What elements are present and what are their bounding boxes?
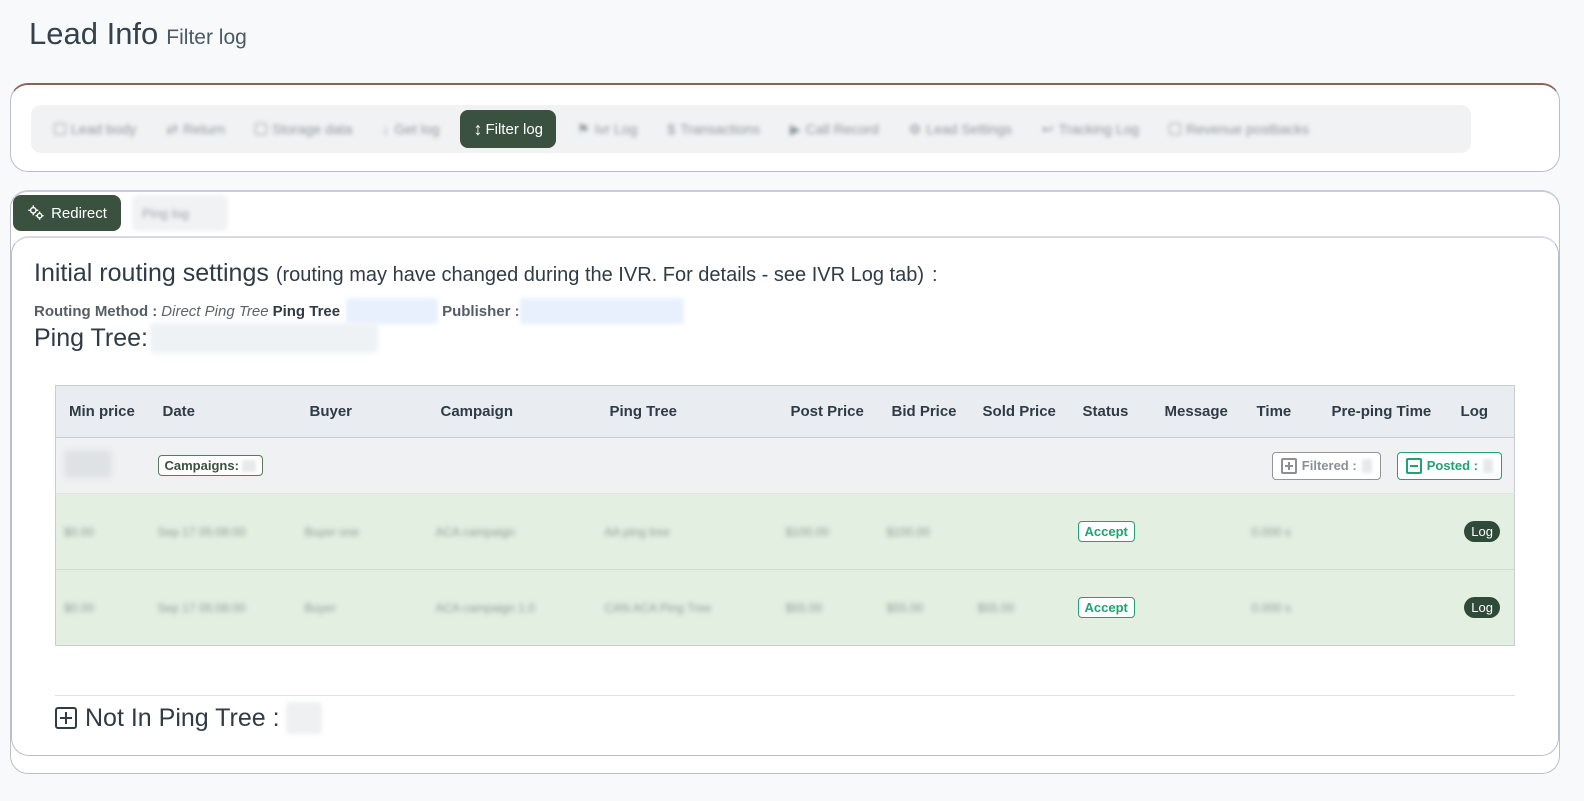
not-in-ping-tree-count bbox=[285, 702, 322, 734]
col-time: Time bbox=[1243, 385, 1319, 438]
plus-square-icon bbox=[55, 707, 77, 729]
col-min-price: Min price bbox=[55, 385, 150, 438]
tab-transactions[interactable]: $ Transactions bbox=[652, 121, 774, 137]
log-button[interactable]: Log bbox=[1464, 521, 1500, 542]
col-message: Message bbox=[1151, 385, 1244, 438]
ping-tree-table: Min price Date Buyer Campaign Ping Tree … bbox=[55, 385, 1515, 646]
col-sold-price: Sold Price bbox=[969, 385, 1070, 438]
col-date: Date bbox=[149, 385, 297, 438]
posted-toggle[interactable]: Posted : bbox=[1396, 451, 1502, 480]
publisher-label: Publisher : bbox=[442, 302, 520, 320]
routing-heading: Initial routing settings (routing may ha… bbox=[34, 259, 938, 288]
download-icon: ↓ bbox=[382, 121, 390, 137]
table-header-row: Min price Date Buyer Campaign Ping Tree … bbox=[55, 385, 1515, 438]
not-in-ping-tree-label: Not In Ping Tree : bbox=[85, 703, 280, 732]
reply-icon: ↩ bbox=[1041, 120, 1054, 137]
tabs-card: Lead body ⇄ Return Storage data ↓ Get log … bbox=[10, 83, 1560, 172]
log-button[interactable]: Log bbox=[1464, 597, 1500, 618]
routing-method-label: Routing Method : bbox=[34, 302, 158, 320]
table-row: $0.00 Sep 17 05:08:00 Buyer ACA campaign… bbox=[55, 569, 1515, 646]
ping-tree-title: Ping Tree: bbox=[34, 323, 378, 353]
status-badge: Accept bbox=[1077, 597, 1135, 618]
publisher-link[interactable] bbox=[519, 298, 684, 324]
minus-square-icon bbox=[1405, 457, 1422, 474]
page-header: Lead Info Filter log bbox=[29, 16, 247, 52]
gear-icon: ⚙ bbox=[908, 120, 922, 137]
redirect-tab[interactable]: Redirect bbox=[13, 195, 121, 231]
tab-lead-settings[interactable]: ⚙ Lead Settings bbox=[894, 121, 1027, 138]
routing-details: Routing Method : Direct Ping Tree Ping T… bbox=[34, 298, 684, 324]
section-divider bbox=[55, 695, 1515, 696]
col-campaign: Campaign bbox=[427, 385, 597, 438]
status-badge: Accept bbox=[1077, 521, 1135, 542]
summary-row: Campaigns: Filtered : Posted : bbox=[55, 437, 1515, 494]
swap-icon: ⇄ bbox=[166, 120, 179, 137]
tab-tracking-log[interactable]: ↩ Tracking Log bbox=[1027, 121, 1154, 138]
tab-filter-log[interactable]: ↕ Filter log bbox=[460, 110, 557, 148]
col-pre-ping-time: Pre-ping Time bbox=[1318, 385, 1448, 438]
col-post-price: Post Price bbox=[777, 385, 879, 438]
tab-lead-body[interactable]: Lead body bbox=[39, 121, 151, 137]
col-bid-price: Bid Price bbox=[878, 385, 970, 438]
routing-heading-colon: : bbox=[931, 264, 938, 286]
routing-heading-note: (routing may have changed during the IVR… bbox=[275, 264, 924, 286]
routing-method-value: Direct Ping Tree bbox=[161, 302, 269, 320]
tab-get-log[interactable]: ↓ Get log bbox=[367, 121, 454, 137]
plus-square-icon bbox=[1280, 457, 1297, 474]
col-status: Status bbox=[1069, 385, 1152, 438]
vertical-arrows-icon: ↕ bbox=[473, 118, 483, 139]
tab-call-record[interactable]: ▶ Call Record bbox=[775, 121, 894, 138]
summary-min-price bbox=[64, 449, 112, 478]
tab-revenue-postbacks[interactable]: Revenue postbacks bbox=[1154, 121, 1324, 137]
ping-log-tab[interactable]: Ping log bbox=[132, 195, 228, 231]
tabs-strip: Lead body ⇄ Return Storage data ↓ Get log … bbox=[31, 105, 1471, 153]
document-icon bbox=[54, 123, 66, 135]
ping-tree-link[interactable] bbox=[346, 298, 439, 324]
filtered-toggle[interactable]: Filtered : bbox=[1271, 451, 1381, 480]
col-ping-tree: Ping Tree bbox=[596, 385, 778, 438]
col-log: Log bbox=[1447, 385, 1515, 438]
tab-return[interactable]: ⇄ Return bbox=[151, 121, 240, 138]
col-buyer: Buyer bbox=[296, 385, 428, 438]
tab-ivr-log[interactable]: ⚑ Ivr Log bbox=[562, 121, 652, 138]
receipt-icon bbox=[1169, 123, 1182, 135]
ping-tree-label: Ping Tree bbox=[272, 302, 341, 320]
campaigns-count-badge: Campaigns: bbox=[157, 455, 263, 476]
flag-icon: ⚑ bbox=[577, 120, 590, 137]
not-in-ping-tree-toggle[interactable]: Not In Ping Tree : bbox=[55, 702, 322, 734]
page-subtitle: Filter log bbox=[166, 26, 247, 49]
dollar-icon: $ bbox=[667, 121, 676, 137]
tab-storage-data[interactable]: Storage data bbox=[240, 121, 367, 137]
gears-icon bbox=[28, 205, 44, 220]
table-row: $0.00 Sep 17 05:08:00 Buyer one ACA camp… bbox=[55, 493, 1515, 570]
page-title: Lead Info bbox=[29, 16, 159, 51]
calendar-icon bbox=[255, 123, 268, 135]
play-icon: ▶ bbox=[789, 120, 801, 137]
ping-tree-name bbox=[149, 323, 378, 353]
routing-heading-title: Initial routing settings bbox=[34, 259, 269, 287]
